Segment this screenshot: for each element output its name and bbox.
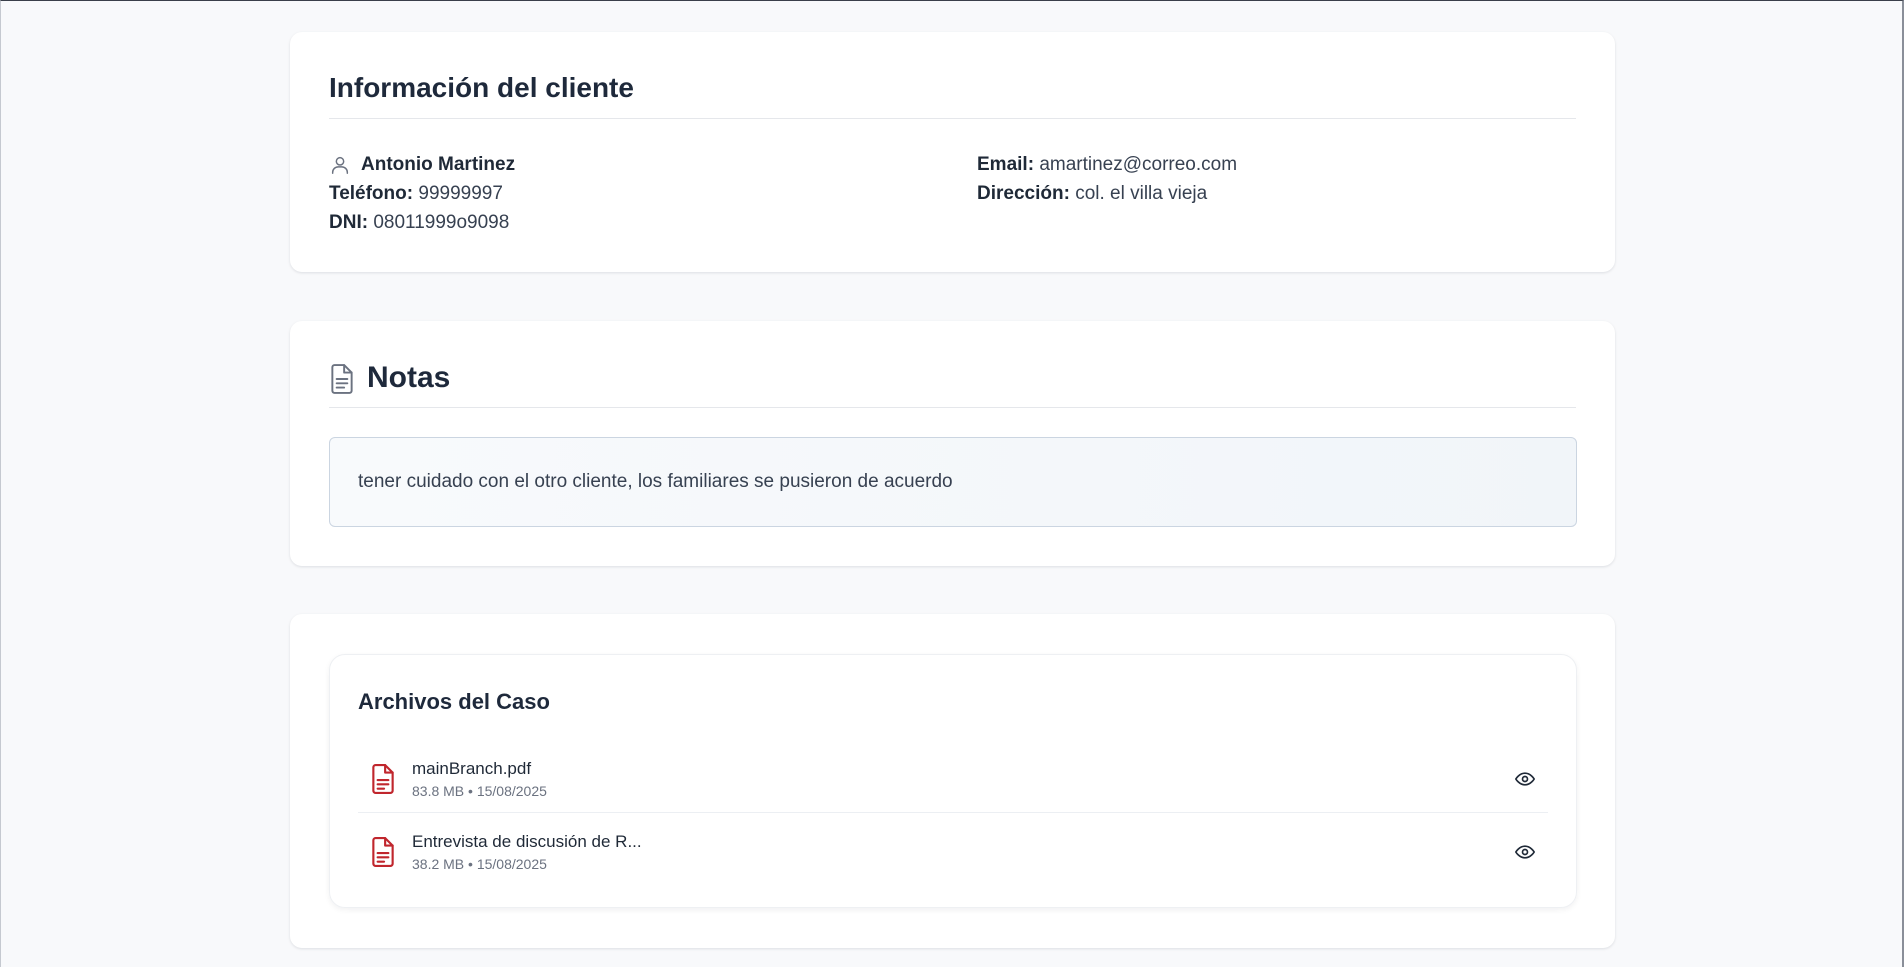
dni-value: 08011999o9098 <box>373 212 510 233</box>
notes-title: Notas <box>329 361 1576 408</box>
client-info-card: Información del cliente Antonio Martinez… <box>290 32 1615 272</box>
file-meta: 38.2 MB • 15/08/2025 <box>412 856 547 872</box>
file-row[interactable]: mainBranch.pdf 83.8 MB • 15/08/2025 <box>358 745 1548 813</box>
client-email-row: Email: amartinez@correo.com <box>977 150 1237 179</box>
notes-title-text: Notas <box>367 361 451 394</box>
dni-label: DNI: <box>329 212 369 233</box>
eye-icon <box>1515 845 1535 859</box>
email-value: amartinez@correo.com <box>1039 154 1238 175</box>
file-info: Entrevista de discusión de R... 38.2 MB … <box>412 832 1510 872</box>
phone-value: 99999997 <box>418 183 503 204</box>
case-files-card: Archivos del Caso mainBranch.pdf 83.8 MB… <box>290 614 1615 948</box>
client-address-row: Dirección: col. el villa vieja <box>977 179 1237 208</box>
client-info-title: Información del cliente <box>329 72 1576 119</box>
note-text: tener cuidado con el otro cliente, los f… <box>358 471 953 492</box>
browser-frame: Información del cliente Antonio Martinez… <box>0 0 1904 967</box>
case-files-panel: Archivos del Caso mainBranch.pdf 83.8 MB… <box>329 654 1577 908</box>
file-name: mainBranch.pdf <box>412 758 532 778</box>
client-dni-row: DNI: 08011999o9098 <box>329 208 515 237</box>
client-info-right: Email: amartinez@correo.com Dirección: c… <box>977 150 1237 208</box>
note-box: tener cuidado con el otro cliente, los f… <box>329 437 1577 527</box>
user-icon <box>331 156 349 174</box>
file-name: Entrevista de discusión de R... <box>412 832 642 851</box>
eye-icon <box>1515 771 1535 786</box>
address-label: Dirección: <box>977 183 1070 204</box>
client-name: Antonio Martinez <box>361 154 516 175</box>
view-file-button[interactable] <box>1510 837 1540 867</box>
phone-label: Teléfono: <box>329 183 414 204</box>
document-icon <box>331 364 353 394</box>
client-phone-row: Teléfono: 99999997 <box>329 179 515 208</box>
pdf-file-icon <box>372 837 394 867</box>
file-meta: 83.8 MB • 15/08/2025 <box>412 782 547 799</box>
view-file-button[interactable] <box>1510 764 1540 794</box>
notes-card: Notas tener cuidado con el otro cliente,… <box>290 321 1615 566</box>
case-files-title: Archivos del Caso <box>358 689 550 714</box>
file-info: mainBranch.pdf 83.8 MB • 15/08/2025 <box>412 759 1510 799</box>
client-name-row: Antonio Martinez <box>329 150 515 179</box>
client-info-left: Antonio Martinez Teléfono: 99999997 DNI:… <box>329 150 515 237</box>
file-row[interactable]: Entrevista de discusión de R... 38.2 MB … <box>358 818 1548 886</box>
pdf-file-icon <box>372 763 394 794</box>
email-label: Email: <box>977 154 1035 175</box>
address-value: col. el villa vieja <box>1075 183 1208 204</box>
